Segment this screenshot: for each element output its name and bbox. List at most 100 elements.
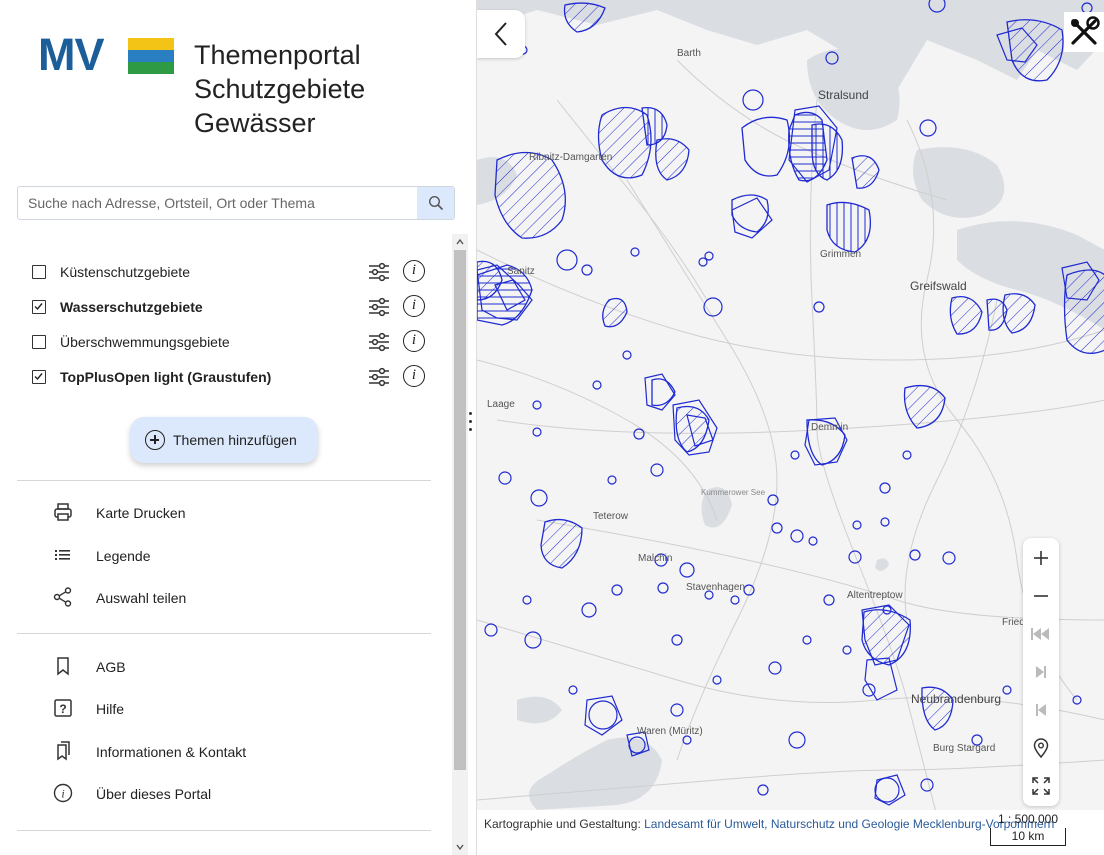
- info-icon: i: [52, 782, 74, 804]
- layer-checkbox[interactable]: [32, 265, 46, 279]
- layer-info-icon[interactable]: i: [403, 295, 425, 317]
- scale-ratio: 1 : 500.000: [997, 812, 1059, 826]
- history-first-button[interactable]: [1023, 616, 1059, 652]
- layer-row-topplusopen: TopPlusOpen light (Graustufen) i: [0, 360, 450, 395]
- menu-item-share[interactable]: Auswahl teilen: [50, 583, 430, 613]
- layer-checkbox[interactable]: [32, 300, 46, 314]
- mv-logo: MV: [38, 31, 174, 79]
- menu-item-label: Informationen & Kontakt: [96, 744, 247, 760]
- divider: [17, 830, 431, 831]
- checkmark-icon: [34, 303, 43, 311]
- menu-item-legend[interactable]: Legende: [50, 541, 430, 571]
- place-label: Waren (Müritz): [637, 726, 703, 737]
- place-label: Stavenhagen: [686, 582, 745, 593]
- chevron-left-icon: [494, 22, 507, 46]
- place-label: Malchin: [638, 553, 673, 564]
- place-label: Laage: [487, 399, 515, 410]
- layer-row-ueberschwemmung: Überschwemmungsgebiete i: [0, 325, 450, 360]
- side-panel: MV Themenportal Schutzgebiete Gewässer K…: [0, 0, 476, 855]
- history-back-button[interactable]: [1023, 692, 1059, 728]
- next-icon: [1036, 666, 1046, 678]
- search-input[interactable]: [18, 187, 418, 219]
- place-label: Kummerower See: [701, 488, 766, 497]
- attribution-prefix: Kartographie und Gestaltung:: [484, 817, 641, 831]
- fullscreen-button[interactable]: [1023, 768, 1059, 804]
- layer-settings-icon[interactable]: [367, 330, 391, 354]
- fullscreen-icon: [1032, 777, 1050, 795]
- place-label: Ribnitz-Damgarten: [529, 152, 613, 163]
- collapse-panel-button[interactable]: [477, 10, 525, 58]
- tools-icon: [1071, 16, 1100, 45]
- menu-item-label: Auswahl teilen: [96, 590, 187, 606]
- divider: [17, 633, 431, 634]
- place-label: Burg Stargard: [933, 743, 996, 754]
- layer-row-kuestenschutz: Küstenschutzgebiete i: [0, 255, 450, 290]
- locate-button[interactable]: [1023, 730, 1059, 766]
- title-line-2: Schutzgebiete: [194, 74, 366, 104]
- logo-text: MV: [38, 29, 104, 80]
- zoom-out-button[interactable]: [1023, 578, 1059, 614]
- place-label: Altentreptow: [847, 590, 903, 601]
- layer-settings-icon[interactable]: [367, 295, 391, 319]
- tools-button[interactable]: [1064, 12, 1104, 52]
- place-label: Sanitz: [507, 266, 535, 277]
- previous-icon: [1036, 704, 1046, 716]
- checkmark-icon: [34, 373, 43, 381]
- small-protection-areas: [484, 0, 1093, 803]
- plus-icon: [1034, 551, 1048, 565]
- map-canvas[interactable]: [477, 0, 1104, 855]
- layer-settings-icon[interactable]: [367, 260, 391, 284]
- layer-row-wasserschutz: Wasserschutzgebiete i: [0, 290, 450, 325]
- layer-label: Überschwemmungsgebiete: [60, 334, 230, 350]
- place-label: Grimmen: [820, 249, 862, 260]
- place-label: Demmin: [811, 422, 849, 433]
- layer-label: Küstenschutzgebiete: [60, 264, 190, 280]
- divider: [17, 480, 431, 481]
- svg-text:?: ?: [59, 702, 66, 716]
- menu-item-label: AGB: [96, 659, 126, 675]
- search-box: [17, 186, 455, 220]
- map-scale: 1 : 500.000 10 km: [983, 812, 1073, 846]
- layer-info-icon[interactable]: i: [403, 365, 425, 387]
- layer-info-icon[interactable]: i: [403, 330, 425, 352]
- search-icon: [428, 195, 443, 211]
- map-view[interactable]: Barth Stralsund Ribnitz-Damgarten Grimme…: [476, 0, 1104, 855]
- list-icon: [52, 544, 74, 566]
- map-controls: [1023, 538, 1059, 806]
- share-icon: [52, 586, 74, 608]
- layer-settings-icon[interactable]: [367, 365, 391, 389]
- menu-item-label: Hilfe: [96, 701, 125, 717]
- menu-item-label: Legende: [96, 548, 151, 564]
- scrollbar-thumb[interactable]: [454, 250, 466, 770]
- history-forward-button[interactable]: [1023, 654, 1059, 690]
- layer-checkbox[interactable]: [32, 370, 46, 384]
- menu-item-contact[interactable]: Informationen & Kontakt: [50, 737, 430, 767]
- panel-scrollbar[interactable]: [452, 234, 468, 855]
- zoom-in-button[interactable]: [1023, 540, 1059, 576]
- menu-item-print[interactable]: Karte Drucken: [50, 498, 430, 528]
- bookmarks-icon: [52, 740, 74, 762]
- place-label: Teterow: [593, 511, 629, 522]
- logo-flag-icon: [128, 38, 174, 74]
- water-bodies: [477, 0, 1104, 810]
- panel-resize-handle[interactable]: [468, 412, 474, 438]
- help-icon: ?: [52, 697, 74, 719]
- place-label: Stralsund: [818, 88, 869, 102]
- menu-item-agb[interactable]: AGB: [50, 652, 430, 682]
- title-line-1: Themenportal: [194, 40, 361, 70]
- skip-back-icon: [1031, 628, 1049, 640]
- minus-icon: [1034, 595, 1048, 597]
- scroll-up-icon[interactable]: [456, 238, 464, 246]
- menu-item-help[interactable]: ? Hilfe: [50, 694, 430, 724]
- search-button[interactable]: [417, 187, 454, 219]
- title-line-3: Gewässer: [194, 108, 316, 138]
- add-themes-label: Themen hinzufügen: [173, 432, 297, 448]
- layer-label: TopPlusOpen light (Graustufen): [60, 369, 272, 385]
- layer-checkbox[interactable]: [32, 335, 46, 349]
- menu-item-label: Über dieses Portal: [96, 786, 212, 802]
- layer-info-icon[interactable]: i: [403, 260, 425, 282]
- add-themes-button[interactable]: Themen hinzufügen: [130, 417, 318, 463]
- plus-circle-icon: [145, 430, 165, 450]
- menu-item-about[interactable]: i Über dieses Portal: [50, 779, 430, 809]
- scroll-down-icon[interactable]: [456, 843, 464, 851]
